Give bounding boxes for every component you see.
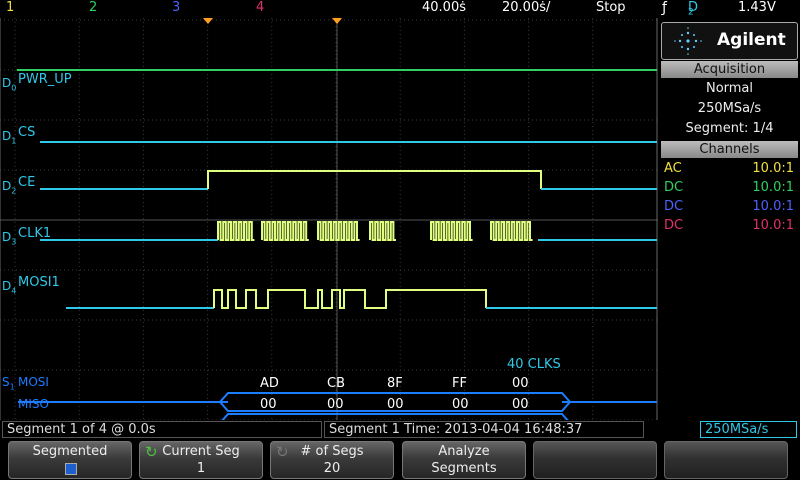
channel-4-indicator[interactable]: 4 bbox=[256, 0, 264, 15]
mosi-byte: CB bbox=[327, 376, 345, 391]
num-segs-softkey[interactable]: ↻ # of Segs 20 bbox=[270, 441, 394, 479]
mosi-byte: FF bbox=[452, 376, 467, 391]
channel-3-id: D3 bbox=[2, 230, 17, 247]
mosi-byte: 00 bbox=[512, 376, 529, 391]
mosi-byte: AD bbox=[260, 376, 279, 391]
num-segs-label: # of Segs bbox=[300, 444, 364, 459]
channels-header: Channels bbox=[661, 141, 798, 158]
trigger-source[interactable]: D2 bbox=[688, 0, 698, 18]
blank-softkey-6[interactable] bbox=[664, 441, 788, 479]
acquisition-mode: Normal bbox=[705, 81, 754, 96]
channel-4-id: D4 bbox=[2, 279, 17, 296]
acquisition-segment: Segment: 1/4 bbox=[685, 121, 774, 136]
acquisition-sample-rate: 250MSa/s bbox=[697, 101, 762, 116]
channel-2-probe-ratio: 10.0:1 bbox=[752, 180, 794, 195]
miso-byte: 00 bbox=[387, 397, 404, 412]
acquisition-header: Acquisition bbox=[661, 61, 798, 78]
run-state-label[interactable]: Stop bbox=[596, 0, 626, 15]
current-seg-label: Current Seg bbox=[162, 444, 240, 459]
channel-3-indicator[interactable]: 3 bbox=[172, 0, 180, 15]
segmented-checkbox[interactable] bbox=[65, 463, 77, 475]
channel-3-probe-ratio: 10.0:1 bbox=[752, 199, 794, 214]
channel-2-coupling: DC bbox=[664, 180, 684, 195]
info-panel: Acquisition Normal 250MSa/s Segment: 1/4… bbox=[661, 61, 798, 420]
blank-softkey-5[interactable] bbox=[533, 441, 657, 479]
analyze-segments-softkey[interactable]: Analyze Segments bbox=[402, 441, 526, 479]
segment-info: Segment 1 of 4 @ 0.0s bbox=[2, 421, 322, 438]
mosi-byte: 8F bbox=[387, 376, 403, 391]
brand-logo: Agilent bbox=[661, 22, 798, 60]
segmented-label: Segmented bbox=[32, 444, 108, 459]
channel-0-name: PWR_UP bbox=[18, 72, 72, 87]
channel-row-3[interactable]: DC 10.0:1 bbox=[661, 197, 798, 216]
channel-1-name: CS bbox=[18, 125, 36, 140]
serial-mosi-label: MOSI bbox=[18, 375, 49, 389]
channel-1-coupling: AC bbox=[664, 161, 682, 176]
channel-3-name: CLK1 bbox=[18, 226, 52, 241]
channel-2-id: D2 bbox=[2, 179, 17, 196]
channel-row-2[interactable]: DC 10.0:1 bbox=[661, 178, 798, 197]
segmented-softkey[interactable]: Segmented bbox=[8, 441, 132, 479]
channel-4-coupling: DC bbox=[664, 218, 684, 233]
miso-byte: 00 bbox=[327, 397, 344, 412]
analyze-label-line1: Analyze bbox=[438, 444, 490, 459]
brand-name: Agilent bbox=[717, 30, 786, 50]
delay-readout[interactable]: 20.00ṡ/ bbox=[502, 0, 550, 15]
miso-byte: 00 bbox=[512, 397, 529, 412]
current-seg-value: 1 bbox=[196, 461, 206, 476]
segment-time: Segment 1 Time: 2013-04-04 16:48:37 bbox=[324, 421, 644, 438]
clock-count-annotation: 40 CLKS bbox=[507, 357, 561, 372]
serial-bus-id: S1 bbox=[2, 375, 15, 392]
channel-2-indicator[interactable]: 2 bbox=[89, 0, 97, 15]
agilent-spark-icon bbox=[674, 27, 702, 55]
current-seg-softkey[interactable]: ↻ Current Seg 1 bbox=[139, 441, 263, 479]
channel-3-coupling: DC bbox=[664, 199, 684, 214]
miso-byte: 00 bbox=[452, 397, 469, 412]
channel-2-name: CE bbox=[18, 175, 36, 190]
channel-1-id: D1 bbox=[2, 129, 17, 146]
channel-row-4[interactable]: DC 10.0:1 bbox=[661, 216, 798, 235]
timebase-readout[interactable]: 40.00ṡ bbox=[422, 0, 466, 15]
serial-miso-label: MISO bbox=[18, 397, 49, 411]
miso-byte: 00 bbox=[260, 397, 277, 412]
channel-1-probe-ratio: 10.0:1 bbox=[752, 161, 794, 176]
softkey-bar: Segmented ↻ Current Seg 1 ↻ # of Segs 20… bbox=[0, 440, 800, 480]
trigger-level-readout[interactable]: 1.43V bbox=[738, 0, 776, 15]
channel-4-name: MOSI1 bbox=[18, 275, 60, 290]
top-status-bar: 1 2 3 4 40.00ṡ 20.00ṡ/ Stop ƒ D2 1.43V bbox=[0, 0, 800, 18]
channel-row-1[interactable]: AC 10.0:1 bbox=[661, 159, 798, 178]
channel-4-probe-ratio: 10.0:1 bbox=[752, 218, 794, 233]
status-sample-rate: 250MSa/s bbox=[700, 421, 797, 438]
channel-1-indicator[interactable]: 1 bbox=[6, 0, 14, 15]
channel-0-id: D0 bbox=[2, 76, 17, 93]
num-segs-value: 20 bbox=[323, 461, 341, 476]
status-bar: Segment 1 of 4 @ 0.0s Segment 1 Time: 20… bbox=[0, 421, 800, 439]
analyze-label-line2: Segments bbox=[431, 461, 497, 476]
trigger-edge-icon: ƒ bbox=[662, 0, 667, 16]
